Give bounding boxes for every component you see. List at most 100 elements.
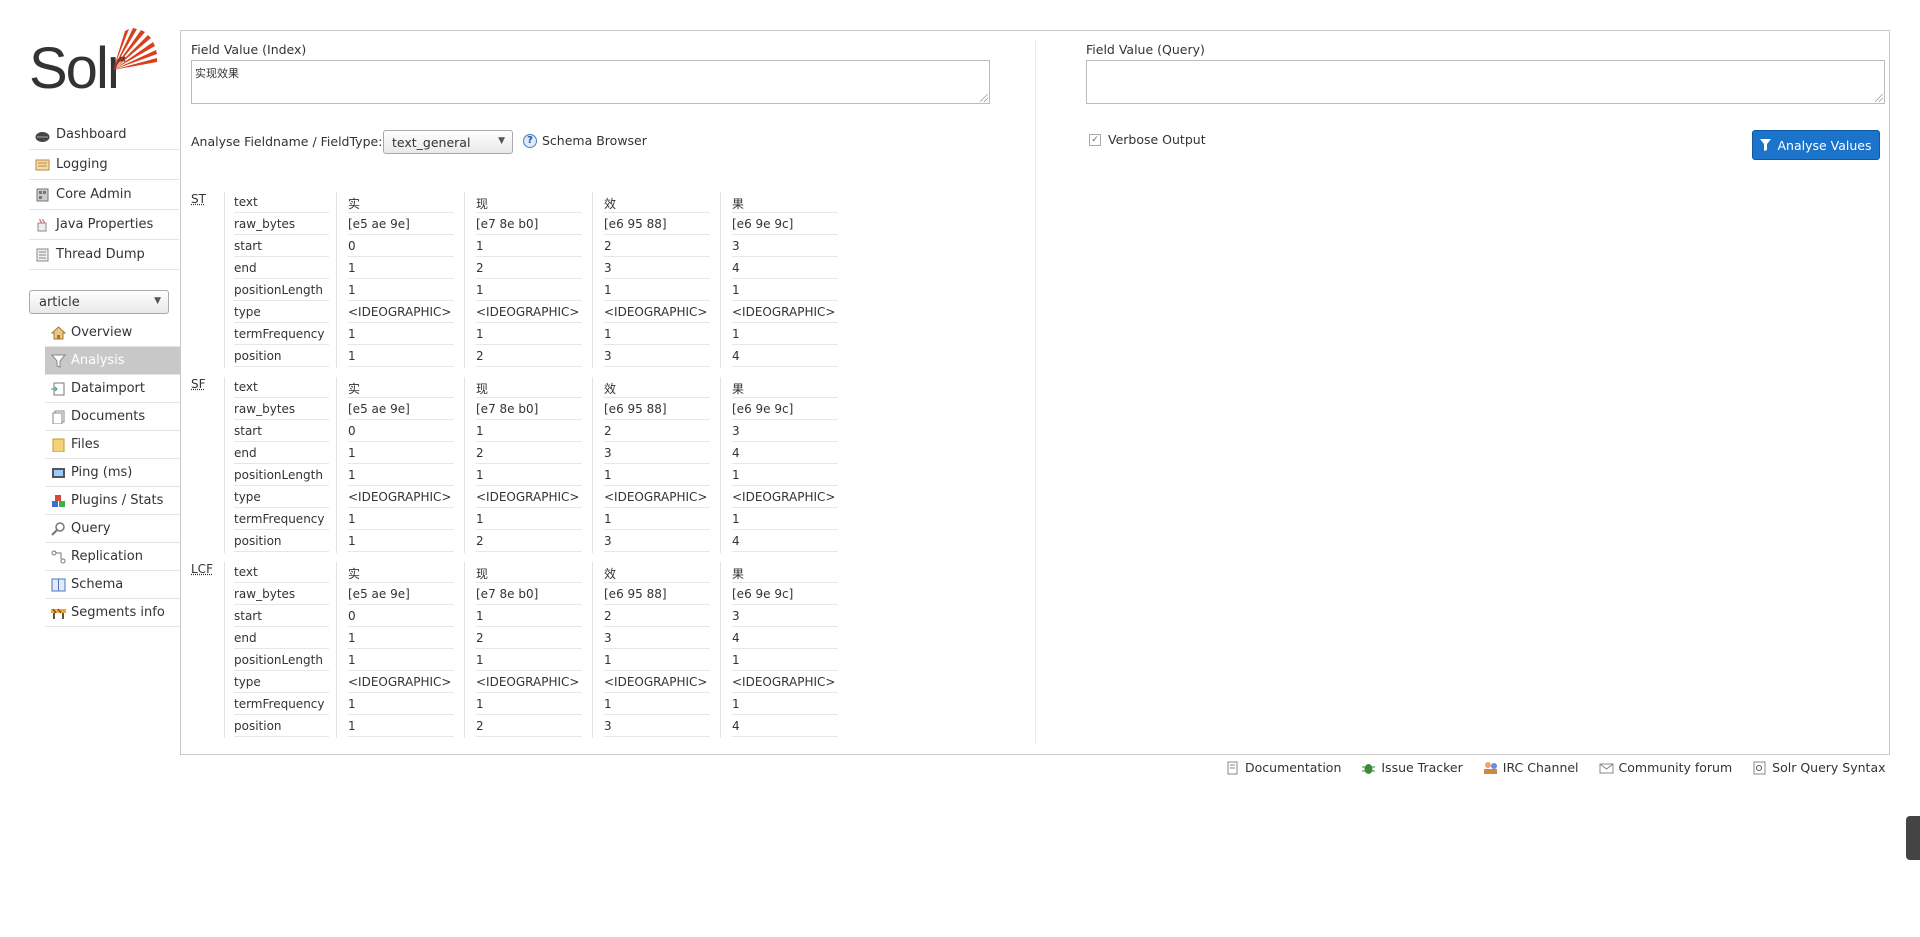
row-line bbox=[476, 278, 582, 279]
row-line bbox=[476, 419, 582, 420]
resize-grip-icon[interactable] bbox=[980, 94, 988, 102]
core-menu-item-documents[interactable]: Documents bbox=[45, 403, 180, 431]
token-value: 0 bbox=[348, 239, 356, 253]
side-scroll-handle[interactable] bbox=[1906, 816, 1920, 860]
index-field-input[interactable]: 实现效果 bbox=[191, 60, 990, 104]
row-line bbox=[476, 234, 582, 235]
fieldtype-select[interactable]: text_general ▼ bbox=[383, 130, 513, 154]
schema-browser-label: Schema Browser bbox=[542, 133, 647, 148]
token-value: 1 bbox=[348, 283, 356, 297]
token-value: 4 bbox=[732, 719, 740, 733]
token-value: 4 bbox=[732, 261, 740, 275]
core-menu-item-overview[interactable]: Overview bbox=[45, 319, 180, 347]
verbose-checkbox[interactable]: ✓ bbox=[1089, 133, 1101, 146]
row-line bbox=[732, 419, 838, 420]
row-line bbox=[234, 463, 329, 464]
row-line bbox=[234, 529, 329, 530]
footer-link-documentation[interactable]: Documentation bbox=[1225, 760, 1341, 775]
token-value: 4 bbox=[732, 631, 740, 645]
token-value: 3 bbox=[604, 446, 612, 460]
thread-dump-icon bbox=[35, 248, 51, 262]
row-line bbox=[234, 344, 329, 345]
menu-item-logging[interactable]: Logging bbox=[29, 150, 179, 180]
home-icon bbox=[50, 325, 67, 340]
row-line bbox=[234, 626, 329, 627]
token-value: 2 bbox=[476, 261, 484, 275]
row-line bbox=[348, 736, 454, 737]
row-line bbox=[348, 300, 454, 301]
menu-item-thread-dump[interactable]: Thread Dump bbox=[29, 240, 179, 270]
verbose-label: Verbose Output bbox=[1108, 132, 1206, 147]
footer-link-issue-tracker[interactable]: Issue Tracker bbox=[1361, 760, 1463, 775]
row-line bbox=[348, 604, 454, 605]
token-value: 3 bbox=[604, 631, 612, 645]
fieldtype-label: Analyse Fieldname / FieldType: bbox=[191, 134, 383, 149]
footer-link-label: Documentation bbox=[1245, 760, 1342, 775]
core-menu-item-segments-info[interactable]: Segments info bbox=[45, 599, 180, 627]
core-menu-item-files[interactable]: Files bbox=[45, 431, 180, 459]
token-value: [e7 8e b0] bbox=[476, 402, 539, 416]
token-value: <IDEOGRAPHIC> bbox=[476, 675, 580, 689]
token-value: [e6 95 88] bbox=[604, 217, 667, 231]
core-menu-item-label: Query bbox=[71, 521, 111, 536]
core-menu-item-ping-ms[interactable]: Ping (ms) bbox=[45, 459, 180, 487]
segments-icon bbox=[51, 606, 66, 620]
footer-link-irc-channel[interactable]: IRC Channel bbox=[1483, 760, 1579, 775]
row-line bbox=[234, 278, 329, 279]
core-menu-item-schema[interactable]: Schema bbox=[45, 571, 180, 599]
row-line bbox=[234, 692, 329, 693]
chevron-down-icon: ▼ bbox=[498, 136, 505, 146]
row-line bbox=[476, 551, 582, 552]
token-value: 0 bbox=[348, 609, 356, 623]
token-row-type: type <IDEOGRAPHIC> <IDEOGRAPHIC> <IDEOGRAPH… bbox=[191, 672, 841, 694]
row-line bbox=[234, 234, 329, 235]
row-line bbox=[604, 256, 710, 257]
token-value: [e6 9e 9c] bbox=[732, 587, 794, 601]
analyse-values-button[interactable]: Analyse Values bbox=[1752, 130, 1880, 160]
row-line bbox=[234, 485, 329, 486]
row-line bbox=[348, 692, 454, 693]
row-line bbox=[348, 366, 454, 367]
core-menu-item-analysis[interactable]: Analysis bbox=[45, 347, 180, 375]
ping-icon bbox=[51, 466, 66, 480]
row-line bbox=[476, 692, 582, 693]
token-value: 1 bbox=[732, 283, 740, 297]
schema-browser-link[interactable]: ? Schema Browser bbox=[523, 133, 647, 148]
footer-link-label: Issue Tracker bbox=[1381, 760, 1463, 775]
fieldtype-value: text_general bbox=[392, 134, 471, 150]
row-line bbox=[234, 212, 329, 213]
core-menu-item-replication[interactable]: Replication bbox=[45, 543, 180, 571]
token-value: [e6 95 88] bbox=[604, 587, 667, 601]
solr-logo[interactable]: Solr bbox=[29, 26, 163, 98]
documentation-icon bbox=[1225, 761, 1239, 775]
core-menu-item-plugins-stats[interactable]: Plugins / Stats bbox=[45, 487, 180, 515]
core-menu: Overview Analysis Dataimport Documents Files… bbox=[45, 319, 180, 627]
attribute-name: positionLength bbox=[234, 283, 323, 297]
token-value: 2 bbox=[604, 239, 612, 253]
row-line bbox=[348, 419, 454, 420]
token-row-termFrequency: termFrequency 1 1 1 1 bbox=[191, 694, 841, 716]
row-line bbox=[732, 397, 838, 398]
token-value: 0 bbox=[348, 424, 356, 438]
verbose-output-toggle[interactable]: ✓ Verbose Output bbox=[1089, 132, 1206, 147]
row-line bbox=[732, 278, 838, 279]
core-selector[interactable]: article ▼ bbox=[29, 290, 169, 314]
query-field-input[interactable] bbox=[1086, 60, 1885, 104]
menu-item-java-properties[interactable]: Java Properties bbox=[29, 210, 179, 240]
menu-item-core-admin[interactable]: Core Admin bbox=[29, 180, 179, 210]
menu-item-dashboard[interactable]: Dashboard bbox=[29, 120, 179, 150]
token-value: 1 bbox=[476, 653, 484, 667]
funnel-icon bbox=[50, 354, 67, 368]
token-row-positionLength: positionLength 1 1 1 1 bbox=[191, 650, 841, 672]
row-line bbox=[234, 551, 329, 552]
footer-link-community-forum[interactable]: Community forum bbox=[1599, 760, 1732, 775]
token-value: 2 bbox=[476, 349, 484, 363]
core-menu-item-query[interactable]: Query bbox=[45, 515, 180, 543]
resize-grip-icon[interactable] bbox=[1875, 94, 1883, 102]
footer-link-solr-query-syntax[interactable]: Solr Query Syntax bbox=[1752, 760, 1886, 775]
token-value: 1 bbox=[604, 327, 612, 341]
attribute-name: text bbox=[234, 565, 258, 579]
core-menu-item-dataimport[interactable]: Dataimport bbox=[45, 375, 180, 403]
row-line bbox=[476, 626, 582, 627]
token-value: 2 bbox=[604, 609, 612, 623]
